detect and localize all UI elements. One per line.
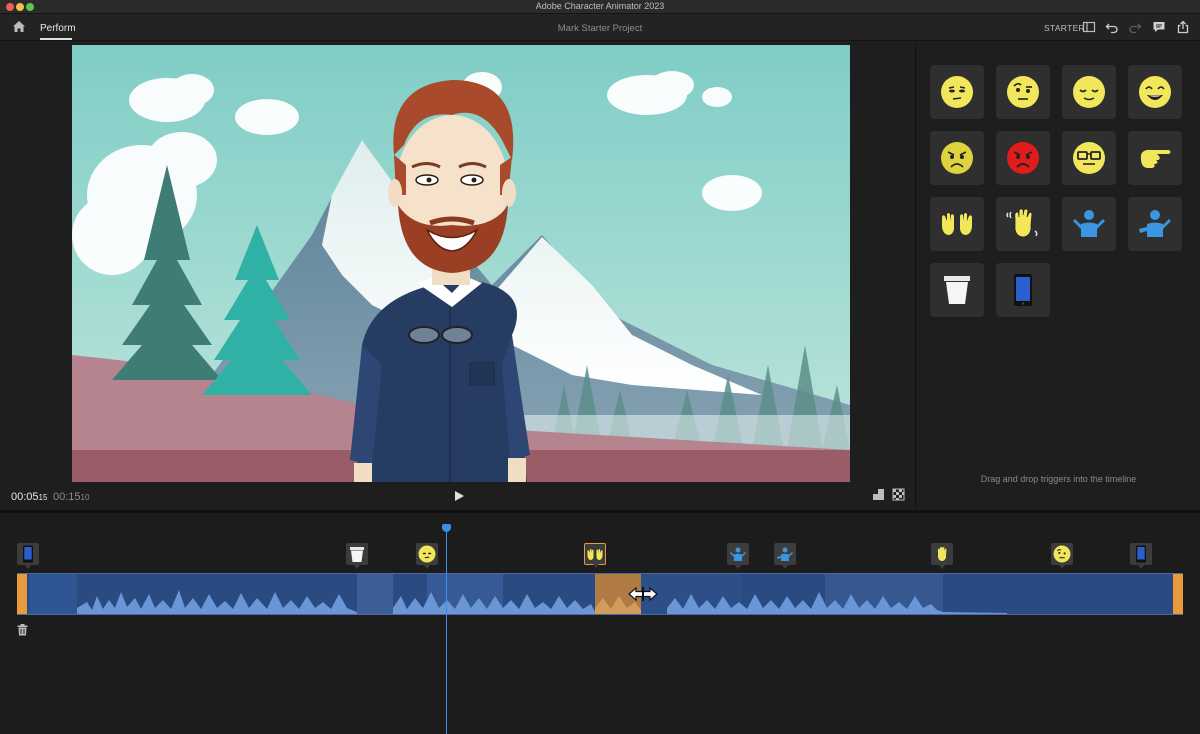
app-header: Perform Mark Starter Project STARTER	[0, 14, 1200, 41]
waveform	[29, 574, 1007, 614]
window-titlebar: Adobe Character Animator 2023	[0, 0, 1200, 14]
trigger-raised-brow[interactable]	[996, 65, 1050, 119]
relieved-face-icon	[1073, 76, 1105, 108]
undo-icon[interactable]	[1105, 20, 1119, 34]
timeline-marker-waving[interactable]	[931, 543, 953, 569]
frowning-face-icon	[941, 142, 973, 174]
phone-icon	[1136, 545, 1146, 563]
trigger-shrug-left[interactable]	[1062, 197, 1116, 251]
trigger-frowning[interactable]	[930, 131, 984, 185]
cup-icon	[350, 546, 364, 562]
trigger-grinning[interactable]	[1128, 65, 1182, 119]
track-in-handle[interactable]	[17, 574, 27, 614]
trigger-two-hands[interactable]	[930, 197, 984, 251]
trigger-phone[interactable]	[996, 263, 1050, 317]
raised-brow-face-icon	[1053, 545, 1071, 563]
track-out-handle[interactable]	[1173, 574, 1183, 614]
squint-face-icon	[418, 545, 436, 563]
redo-icon[interactable]	[1128, 20, 1142, 34]
panel-layout-icon[interactable]	[1082, 20, 1096, 34]
trigger-pointing[interactable]	[1128, 131, 1182, 185]
waving-hand-icon	[1006, 208, 1038, 238]
waving-hand-icon	[937, 546, 947, 561]
play-icon[interactable]	[453, 490, 465, 502]
angry-red-face-icon	[1007, 142, 1039, 174]
transparency-grid-icon[interactable]	[892, 488, 905, 501]
timeline-panel	[0, 513, 1200, 734]
trigger-cup[interactable]	[930, 263, 984, 317]
two-hands-icon	[587, 548, 603, 560]
window-title: Adobe Character Animator 2023	[535, 1, 665, 11]
timeline-marker-squint[interactable]	[416, 543, 438, 569]
squint-face-icon	[941, 76, 973, 108]
shrug-right-icon	[1139, 210, 1171, 237]
total-duration: 00:1510	[53, 491, 90, 503]
audio-track[interactable]	[17, 573, 1183, 615]
stage-size-icon[interactable]	[872, 488, 885, 501]
glasses-face-icon	[1073, 142, 1105, 174]
current-time: 00:0515	[11, 491, 48, 503]
starter-mode-label[interactable]: STARTER	[1044, 23, 1085, 33]
playhead-line	[446, 527, 447, 734]
shrug-left-icon	[1073, 210, 1105, 237]
grinning-face-icon	[1139, 76, 1171, 108]
trigger-squint[interactable]	[930, 65, 984, 119]
stage-panel: 00:0515 00:1510	[0, 42, 916, 510]
timeline-marker-shrug-right[interactable]	[774, 543, 796, 569]
resize-cursor-icon	[628, 586, 658, 602]
shrug-left-icon	[730, 547, 746, 561]
shrug-right-icon	[777, 547, 793, 561]
feedback-icon[interactable]	[1152, 20, 1166, 34]
drag-hint-text: Drag and drop triggers into the timeline	[980, 474, 1137, 484]
timeline-marker-phone[interactable]	[17, 543, 39, 569]
scene-preview[interactable]	[72, 45, 850, 482]
trigger-waving[interactable]	[996, 197, 1050, 251]
pointing-hand-icon	[1140, 149, 1171, 168]
trash-icon[interactable]	[17, 624, 28, 636]
raised-brow-face-icon	[1007, 76, 1039, 108]
playhead-handle[interactable]	[442, 524, 451, 532]
tab-perform[interactable]: Perform	[40, 23, 76, 34]
timeline-marker-raised-brow[interactable]	[1051, 543, 1073, 569]
two-hands-icon	[942, 213, 972, 235]
timeline-marker-two-hands-selected[interactable]	[584, 543, 606, 568]
trigger-angry[interactable]	[996, 131, 1050, 185]
trigger-glasses[interactable]	[1062, 131, 1116, 185]
home-icon[interactable]	[12, 20, 26, 34]
trigger-shrug-right[interactable]	[1128, 197, 1182, 251]
project-title: Mark Starter Project	[557, 23, 643, 34]
timeline-marker-cup[interactable]	[346, 543, 368, 569]
triggers-panel: Drag and drop triggers into the timeline	[917, 42, 1200, 510]
timeline-marker-shrug-left[interactable]	[727, 543, 749, 569]
active-tab-indicator	[40, 38, 72, 40]
phone-icon	[1014, 274, 1032, 306]
share-icon[interactable]	[1176, 20, 1190, 34]
timeline-marker-phone-end[interactable]	[1130, 543, 1152, 569]
trigger-relieved[interactable]	[1062, 65, 1116, 119]
phone-icon	[23, 545, 33, 563]
cup-icon	[944, 276, 970, 304]
